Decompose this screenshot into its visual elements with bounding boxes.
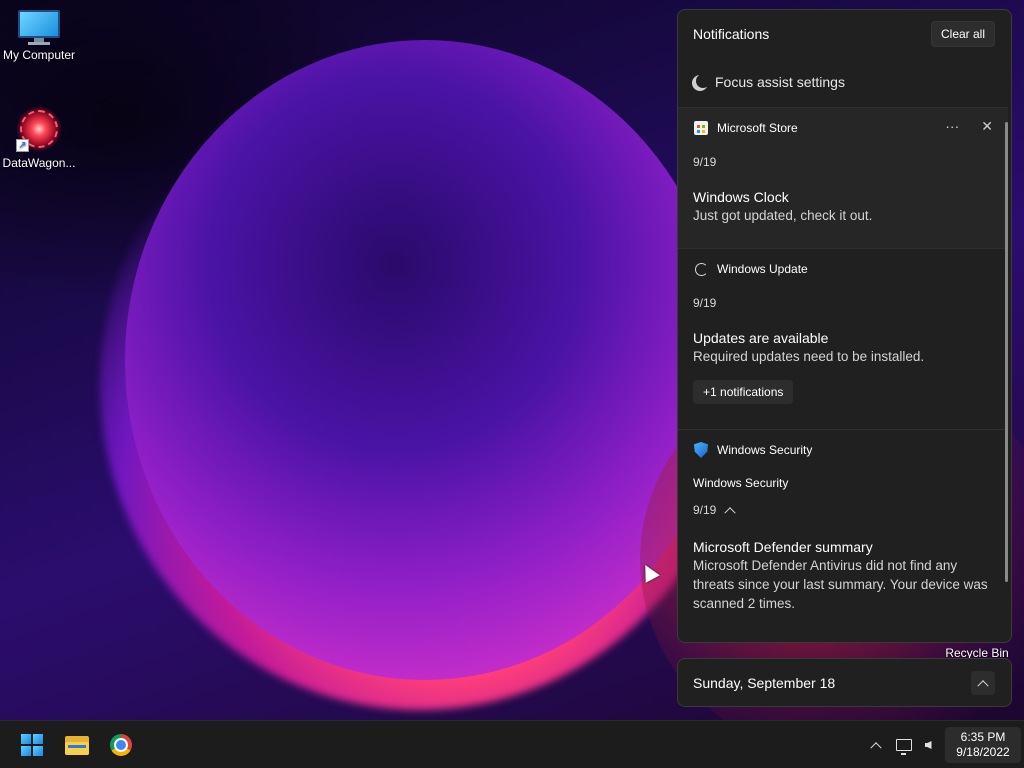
clear-all-button[interactable]: Clear all: [930, 21, 995, 47]
notification-title: Windows Clock: [693, 189, 789, 205]
notification-app-name: Windows Update: [717, 262, 808, 276]
notification-date: 9/19: [693, 155, 717, 169]
notification-app-name: Microsoft Store: [717, 121, 798, 135]
notification-header: Notifications Clear all: [678, 10, 1011, 58]
focus-assist-settings-link[interactable]: Focus assist settings: [678, 58, 1011, 106]
more-notifications-button[interactable]: +1 notifications: [693, 380, 794, 404]
notification-app-row: Windows Update: [693, 249, 993, 289]
chevron-up-icon: [724, 507, 737, 519]
notification-date-row[interactable]: 9/19: [693, 496, 993, 524]
network-icon: [896, 739, 912, 755]
notification-scrollbar[interactable]: [1005, 122, 1008, 582]
refresh-icon: [694, 262, 708, 276]
volume-icon: [924, 741, 932, 749]
network-button[interactable]: [892, 733, 916, 757]
start-button[interactable]: [16, 729, 48, 761]
notification-app-row: Windows Security: [693, 430, 993, 470]
volume-button[interactable]: [916, 733, 940, 757]
clock-date: 9/18/2022: [956, 745, 1010, 759]
focus-assist-label: Focus assist settings: [715, 74, 845, 90]
shield-icon: [694, 442, 708, 458]
calendar-expand-button[interactable]: [971, 670, 995, 695]
notification-card-microsoft-store[interactable]: Microsoft Store ··· ✕ 9/19 Windows Clock…: [678, 107, 1008, 248]
notification-body: Just got updated, check it out.: [693, 208, 873, 223]
file-explorer-button[interactable]: [61, 729, 93, 761]
notification-body: Microsoft Defender Antivirus did not fin…: [693, 558, 988, 611]
notification-date: 9/19: [693, 503, 717, 517]
system-tray: [864, 721, 940, 768]
start-icon: [21, 734, 43, 756]
taskbar-clock[interactable]: 6:35 PM 9/18/2022: [945, 727, 1021, 763]
notification-title: Updates are available: [693, 330, 829, 346]
notification-title: Microsoft Defender summary: [693, 539, 873, 555]
notification-card-windows-security[interactable]: Windows Security Windows Security 9/19 M…: [678, 429, 1008, 642]
desktop-icon-datawagon[interactable]: ↗ DataWagon...: [1, 106, 77, 170]
desktop-icon-my-computer[interactable]: My Computer: [1, 10, 77, 62]
taskbar: 6:35 PM 9/18/2022: [0, 720, 1024, 768]
notification-center: Notifications Clear all Focus assist set…: [677, 9, 1012, 643]
more-options-icon[interactable]: ···: [945, 118, 959, 135]
wallpaper-orb: [125, 40, 725, 680]
moon-icon: [696, 74, 710, 88]
notification-list: Microsoft Store ··· ✕ 9/19 Windows Clock…: [678, 107, 1008, 642]
calendar-bar[interactable]: Sunday, September 18: [677, 658, 1012, 707]
monitor-icon: [18, 10, 60, 45]
notification-app-name: Windows Security: [717, 443, 813, 457]
chrome-icon: [110, 734, 132, 756]
chrome-button[interactable]: [105, 729, 137, 761]
chevron-up-icon: [977, 679, 989, 691]
notification-body: Required updates need to be installed.: [693, 349, 925, 364]
clock-time: 6:35 PM: [960, 730, 1006, 744]
notification-group-title: Windows Security: [693, 476, 789, 490]
file-explorer-icon: [65, 735, 89, 755]
notification-card-windows-update[interactable]: Windows Update 9/19 Updates are availabl…: [678, 248, 1008, 429]
show-hidden-icons-button[interactable]: [864, 733, 888, 757]
close-icon[interactable]: ✕: [981, 118, 993, 135]
chevron-up-icon: [870, 742, 882, 754]
store-icon: [694, 121, 708, 135]
desktop-icon-label: DataWagon...: [2, 156, 76, 170]
notification-title: Notifications: [693, 26, 770, 42]
notification-date: 9/19: [693, 296, 717, 310]
shortcut-arrow-icon: ↗: [16, 139, 29, 152]
flower-shortcut-icon: ↗: [16, 106, 62, 152]
calendar-date-label: Sunday, September 18: [693, 674, 836, 691]
desktop-icon-label: My Computer: [2, 48, 76, 62]
